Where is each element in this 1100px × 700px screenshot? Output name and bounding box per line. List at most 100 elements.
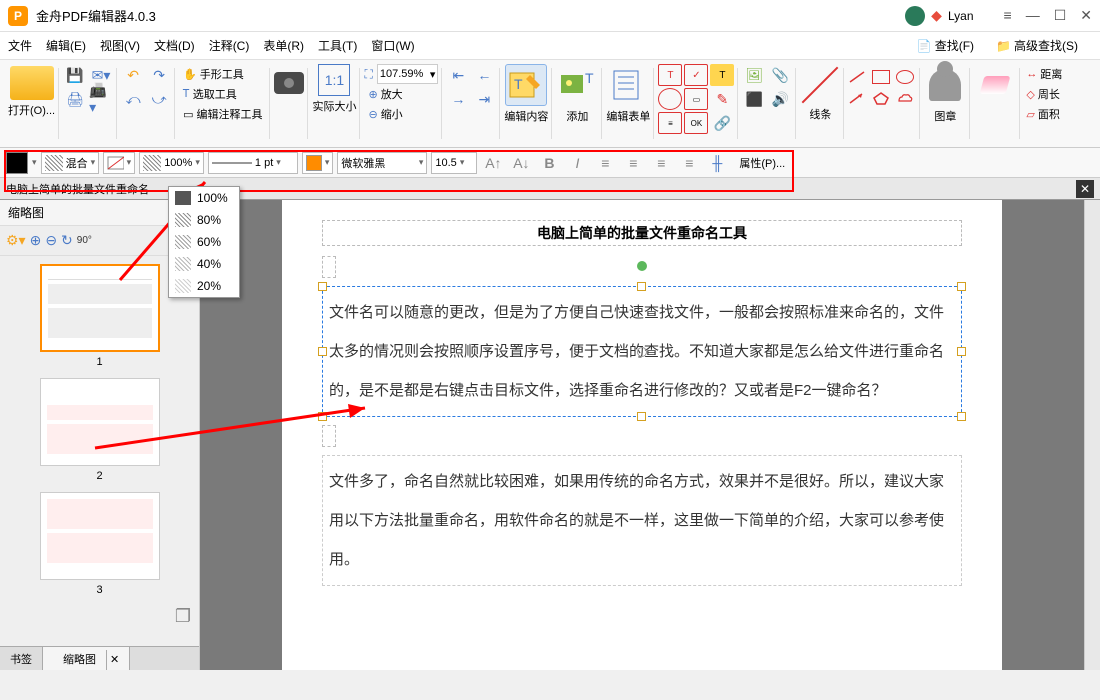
resize-handle-bm[interactable] <box>637 412 646 421</box>
resize-handle-tr[interactable] <box>957 282 966 291</box>
align-center-icon[interactable]: ≡ <box>621 152 645 174</box>
circle-shape-icon[interactable] <box>896 70 914 84</box>
distance-button[interactable]: ↔距离 <box>1026 66 1062 82</box>
open-label[interactable]: 打开(O)... <box>8 102 55 118</box>
thumbnail-list[interactable]: 1 2 3 ❐ <box>0 256 199 646</box>
link-icon[interactable]: 🔗 <box>710 112 734 134</box>
scan-icon[interactable]: 📠▾ <box>89 88 113 110</box>
document-canvas[interactable]: 电脑上简单的批量文件重命名工具 文件名可以随意的更改，但是为了方便自己快速查找文… <box>200 200 1084 670</box>
rotate-icon[interactable]: ↻ <box>61 232 73 249</box>
opacity-option-100[interactable]: 100% <box>169 187 239 209</box>
close-tab-icon[interactable]: ✕ <box>1076 180 1094 198</box>
resize-handle-ml[interactable] <box>318 347 327 356</box>
menu-file[interactable]: 文件 <box>8 37 32 54</box>
menu-edit[interactable]: 编辑(E) <box>46 37 86 54</box>
menu-document[interactable]: 文档(D) <box>154 37 195 54</box>
line-icon[interactable] <box>800 64 840 104</box>
menu-view[interactable]: 视图(V) <box>100 37 140 54</box>
zoom-in-thumb-icon[interactable]: ⊕ <box>30 232 42 249</box>
select-tool-button[interactable]: Ꭲ选取工具 <box>179 84 241 104</box>
redo-icon[interactable]: ↷ <box>147 64 171 86</box>
edit-content-icon[interactable]: T <box>505 64 547 106</box>
selected-text-block[interactable]: 文件名可以随意的更改，但是为了方便自己快速查找文件，一般都会按照标准来命名的，文… <box>322 286 962 417</box>
zoom-combo[interactable]: ▾ <box>377 64 439 84</box>
resize-handle-mr[interactable] <box>957 347 966 356</box>
thumbnail-3[interactable] <box>40 492 160 580</box>
opacity-combo[interactable]: 100%▾ <box>139 152 204 174</box>
image-icon[interactable]: 🖼 <box>742 64 766 86</box>
arrow-shape-icon[interactable] <box>848 91 868 108</box>
copy-pages-icon[interactable]: ❐ <box>8 606 191 627</box>
attach-icon[interactable]: 📎 <box>768 64 792 86</box>
first-page-icon[interactable]: ⇤ <box>446 64 470 86</box>
eraser-icon[interactable] <box>974 64 1016 106</box>
sign-icon[interactable]: ✎ <box>710 88 734 110</box>
area-button[interactable]: ▱面积 <box>1026 106 1062 122</box>
line-spacing-icon[interactable]: ╫ <box>705 152 729 174</box>
resize-handle-bl[interactable] <box>318 412 327 421</box>
thumbnail-1[interactable] <box>40 264 160 352</box>
redo2-icon[interactable]: ⤻ <box>147 88 171 110</box>
decrease-font-icon[interactable]: A↓ <box>509 152 533 174</box>
empty-box-2[interactable] <box>322 425 336 447</box>
increase-font-icon[interactable]: A↑ <box>481 152 505 174</box>
opacity-option-40[interactable]: 40% <box>169 253 239 275</box>
actual-size-icon[interactable]: 1:1 <box>318 64 350 96</box>
opacity-option-80[interactable]: 80% <box>169 209 239 231</box>
empty-box-1[interactable] <box>322 256 336 278</box>
cloud-shape-icon[interactable] <box>896 91 916 108</box>
vertical-scrollbar[interactable] <box>1084 200 1100 670</box>
center-handle[interactable] <box>637 347 647 357</box>
checkbox-icon[interactable]: ✓ <box>684 64 708 86</box>
menu-tools[interactable]: 工具(T) <box>318 37 357 54</box>
font-combo[interactable]: 微软雅黑▾ <box>337 152 427 174</box>
close-button[interactable]: ✕ <box>1080 7 1092 24</box>
text-field-icon[interactable]: T <box>658 64 682 86</box>
gear-icon[interactable]: ⚙▾ <box>6 232 26 249</box>
line-shape-icon[interactable] <box>848 70 868 87</box>
camera-icon[interactable] <box>274 72 304 94</box>
resize-handle-br[interactable] <box>957 412 966 421</box>
hand-tool-button[interactable]: ✋手形工具 <box>179 64 248 84</box>
search-button[interactable]: 📄查找(F) <box>917 37 988 54</box>
minimize-button[interactable]: — <box>1026 7 1040 24</box>
document-tab[interactable]: 电脑上简单的批量文件重命名 <box>6 181 149 197</box>
align-left-icon[interactable]: ≡ <box>593 152 617 174</box>
align-right-icon[interactable]: ≡ <box>649 152 673 174</box>
edit-content-label[interactable]: 编辑内容 <box>504 108 548 124</box>
radio-icon[interactable] <box>658 88 682 110</box>
line-width-combo[interactable]: 1 pt▾ <box>208 152 298 174</box>
perimeter-button[interactable]: ◇周长 <box>1026 86 1062 102</box>
user-area[interactable]: ◆ Lyan <box>905 6 973 26</box>
edit-form-label[interactable]: 编辑表单 <box>606 108 650 124</box>
stamp-icon[interactable] <box>924 64 966 106</box>
combo-icon[interactable]: ▭ <box>684 88 708 110</box>
maximize-button[interactable]: ☐ <box>1054 7 1067 24</box>
resize-handle-tm[interactable] <box>637 282 646 291</box>
no-fill-combo[interactable]: ▾ <box>103 152 135 174</box>
blend-combo[interactable]: 混合▾ <box>41 152 100 174</box>
menu-icon[interactable]: ≡ <box>1004 7 1012 24</box>
fill-color-swatch[interactable] <box>6 152 28 174</box>
edit-form-icon[interactable] <box>607 64 649 106</box>
menu-form[interactable]: 表单(R) <box>263 37 304 54</box>
page-heading[interactable]: 电脑上简单的批量文件重命名工具 <box>322 220 962 246</box>
highlight-icon[interactable]: T <box>710 64 734 86</box>
opacity-option-20[interactable]: 20% <box>169 275 239 297</box>
annotation-tool-button[interactable]: ▭编辑注释工具 <box>179 104 266 124</box>
highlight-color-combo[interactable]: ▾ <box>302 152 334 174</box>
font-size-combo[interactable]: 10.5▾ <box>431 152 477 174</box>
button-icon[interactable]: OK <box>684 112 708 134</box>
rect-shape-icon[interactable] <box>872 70 890 84</box>
add-label[interactable]: 添加 <box>566 108 588 124</box>
text-block-2[interactable]: 文件多了，命名自然就比较困难，如果用传统的命名方式，效果并不是很好。所以，建议大… <box>322 455 962 586</box>
opacity-dropdown[interactable]: 100% 80% 60% 40% 20% <box>168 186 240 298</box>
save-icon[interactable]: 💾 <box>63 64 87 86</box>
polygon-shape-icon[interactable] <box>872 91 892 108</box>
print-icon[interactable]: 🖨 <box>63 88 87 110</box>
barcode-icon[interactable]: ⬛ <box>742 88 766 110</box>
avatar[interactable] <box>905 6 925 26</box>
bookmark-tab[interactable]: 书签 <box>0 647 43 670</box>
resize-handle-tl[interactable] <box>318 282 327 291</box>
lines-label[interactable]: 线条 <box>809 106 831 122</box>
